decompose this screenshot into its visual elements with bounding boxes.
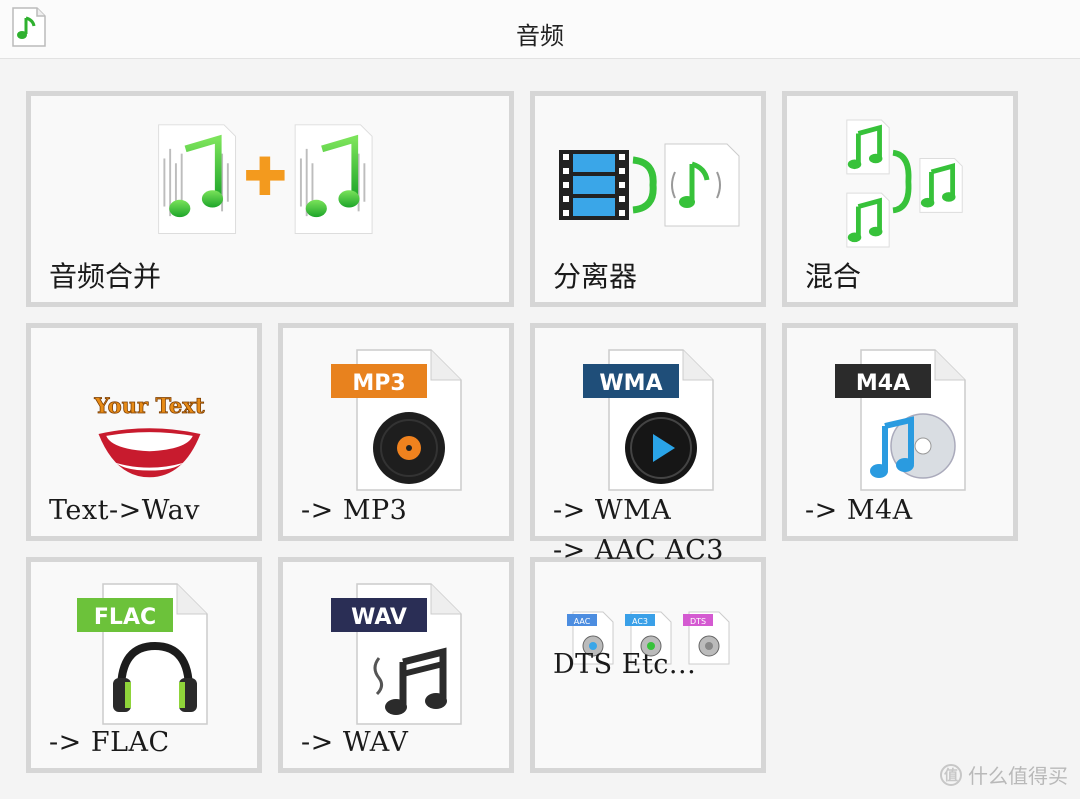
your-text-art: Your Text [93,393,205,418]
title-bar: 音频 [0,0,1080,59]
tile-label: 音频合并 [49,260,162,293]
tile-label: 混合 [805,260,862,293]
tile-label: -> MP3 [301,495,408,526]
audio-merge-icon [158,124,373,234]
audio-merge-tile[interactable]: 音频合并 [26,91,514,307]
audio-mix-icon [846,119,963,248]
mp3-file-icon: MP3 [331,349,462,491]
m4a-file-icon: M4A [835,349,966,491]
to-flac-tile[interactable]: FLAC -> FLAC [26,557,262,773]
flac-file-icon: FLAC [77,583,208,725]
tile-label: -> FLAC [49,727,170,758]
file-badge: WMA [599,371,662,396]
text-to-wav-tile[interactable]: Your Text Text->Wav [26,323,262,541]
watermark-text: 什么值得买 [968,764,1068,788]
to-wav-tile[interactable]: WAV -> WAV [278,557,514,773]
file-badge: M4A [856,371,910,396]
tile-label-line1: -> AAC AC3 [553,535,724,566]
watermark: 值 什么值得买 [940,760,1068,789]
to-m4a-tile[interactable]: M4A -> M4A [782,323,1018,541]
file-badge: WAV [351,605,407,630]
mix-tile[interactable]: 混合 [782,91,1018,307]
file-badge: FLAC [94,605,156,630]
tile-label-multiline: -> AAC AC3 DTS Etc... [553,456,724,760]
tile-label-line2: DTS Etc... [553,649,697,680]
file-badge: MP3 [352,371,405,396]
video-to-audio-icon [559,143,740,227]
tile-label: -> WAV [301,727,409,758]
other-formats-tile[interactable]: AAC AC3 DTS -> AAC AC3 DTS Etc... [530,535,766,773]
splitter-tile[interactable]: 分离器 [530,91,766,307]
window-title: 音频 [516,22,564,50]
to-mp3-tile[interactable]: MP3 -> MP3 [278,323,514,541]
tile-label: 分离器 [553,260,638,293]
tile-label: -> M4A [805,495,913,526]
tile-label: Text->Wav [49,495,200,526]
speaking-mouth-icon: Your Text [93,392,205,478]
wav-file-icon: WAV [331,583,462,725]
watermark-logo-icon: 值 [940,763,962,786]
